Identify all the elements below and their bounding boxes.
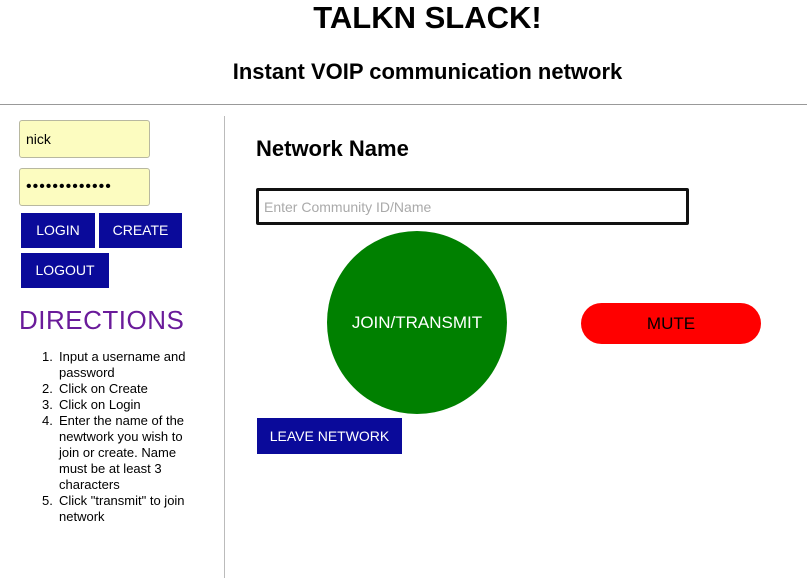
username-field[interactable] — [19, 120, 150, 158]
join-transmit-button[interactable]: JOIN/TRANSMIT — [327, 231, 507, 414]
network-name-input[interactable] — [256, 188, 689, 225]
list-item: 4. Enter the name of the newtwork you wis… — [42, 413, 185, 492]
mute-button[interactable]: MUTE — [581, 303, 761, 344]
sidebar-divider — [224, 116, 225, 578]
list-item: 3. Click on Login — [42, 397, 141, 412]
header: TALKN SLACK! Instant VOIP communication … — [0, 0, 807, 105]
create-button[interactable]: CREATE — [99, 213, 182, 248]
login-button[interactable]: LOGIN — [21, 213, 95, 248]
app-title: TALKN SLACK! — [313, 0, 542, 35]
list-item: 2. Click on Create — [42, 381, 148, 396]
app-subtitle: Instant VOIP communication network — [232, 59, 623, 84]
logout-button[interactable]: LOGOUT — [21, 253, 109, 288]
network-name-title: Network Name — [256, 136, 409, 161]
list-item: 1. Input a username and password — [42, 349, 186, 380]
directions-title: DIRECTIONS — [19, 305, 185, 335]
list-item: 5. Click "transmit" to join network — [42, 493, 185, 524]
leave-network-button[interactable]: LEAVE NETWORK — [257, 418, 402, 454]
directions-list: 1. Input a username and password 2. Click … — [42, 349, 204, 525]
password-field[interactable] — [19, 168, 150, 206]
